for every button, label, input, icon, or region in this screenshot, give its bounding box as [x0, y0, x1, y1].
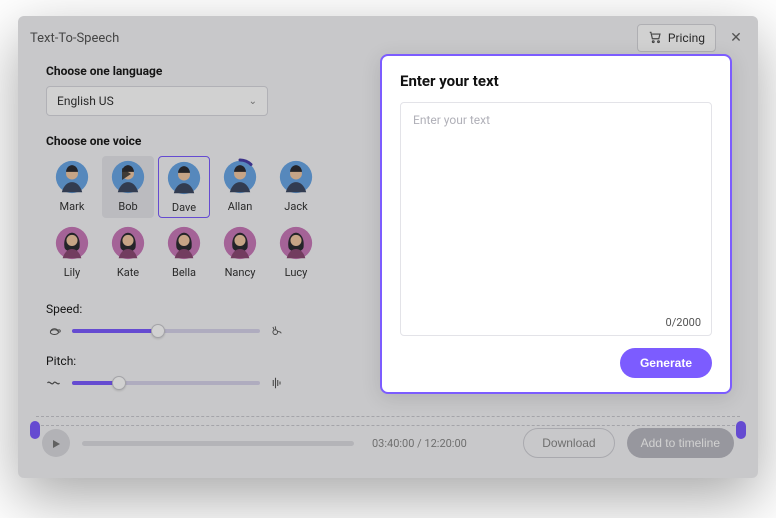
language-dropdown[interactable]: English US ⌄	[46, 86, 268, 116]
voice-grid: Mark Bob Dave Allan Jack Lily Kate Bella…	[46, 156, 366, 284]
voice-name: Lucy	[285, 266, 308, 279]
voice-name: Bob	[118, 200, 137, 213]
close-button[interactable]: ✕	[726, 28, 746, 48]
play-icon	[122, 168, 131, 180]
pitch-slider[interactable]	[72, 381, 260, 385]
loading-arc-icon	[222, 158, 258, 194]
voice-kate[interactable]: Kate	[102, 222, 154, 284]
wave-low-icon	[46, 374, 64, 392]
footer: 03:40:00 / 12:20:00 Download Add to time…	[18, 408, 758, 478]
download-button[interactable]: Download	[523, 428, 614, 458]
voice-name: Lily	[64, 266, 80, 279]
avatar	[55, 226, 89, 260]
voice-name: Dave	[172, 201, 196, 214]
add-to-timeline-button[interactable]: Add to timeline	[627, 428, 734, 458]
voice-lily[interactable]: Lily	[46, 222, 98, 284]
voice-bella[interactable]: Bella	[158, 222, 210, 284]
voice-name: Kate	[117, 266, 139, 279]
avatar	[111, 226, 145, 260]
voice-name: Jack	[284, 200, 307, 213]
voice-mark[interactable]: Mark	[46, 156, 98, 218]
language-selected: English US	[57, 94, 114, 108]
avatar	[167, 161, 201, 195]
avatar	[167, 226, 201, 260]
voice-dave[interactable]: Dave	[158, 156, 210, 218]
pricing-button[interactable]: Pricing	[637, 24, 716, 52]
char-counter: 0/2000	[401, 310, 711, 335]
close-icon: ✕	[730, 30, 742, 46]
play-icon	[51, 434, 61, 453]
text-entry-modal: Enter your text 0/2000 Generate	[380, 54, 732, 394]
timeline-handle-left[interactable]	[30, 421, 40, 439]
avatar	[279, 226, 313, 260]
generate-button[interactable]: Generate	[620, 348, 712, 378]
timeline-track[interactable]	[36, 416, 740, 426]
rabbit-icon	[268, 322, 286, 340]
play-button[interactable]	[42, 429, 70, 457]
voice-nancy[interactable]: Nancy	[214, 222, 266, 284]
voice-name: Bella	[172, 266, 196, 279]
time-display: 03:40:00 / 12:20:00	[372, 437, 511, 450]
turtle-icon	[46, 322, 64, 340]
cart-icon	[648, 30, 662, 47]
wave-high-icon	[268, 374, 286, 392]
voice-name: Nancy	[225, 266, 256, 279]
speed-slider[interactable]	[72, 329, 260, 333]
timeline-handle-right[interactable]	[736, 421, 746, 439]
voice-allan[interactable]: Allan	[214, 156, 266, 218]
modal-title: Enter your text	[400, 72, 712, 90]
voice-name: Mark	[60, 200, 85, 213]
voice-jack[interactable]: Jack	[270, 156, 322, 218]
pricing-label: Pricing	[668, 31, 705, 45]
voice-lucy[interactable]: Lucy	[270, 222, 322, 284]
voice-bob[interactable]: Bob	[102, 156, 154, 218]
avatar	[223, 226, 257, 260]
avatar	[279, 160, 313, 194]
voice-name: Allan	[228, 200, 253, 213]
chevron-down-icon: ⌄	[249, 96, 257, 107]
panel-title: Text-To-Speech	[30, 31, 637, 46]
progress-bar[interactable]	[82, 441, 354, 446]
avatar	[55, 160, 89, 194]
text-input[interactable]	[401, 103, 711, 310]
